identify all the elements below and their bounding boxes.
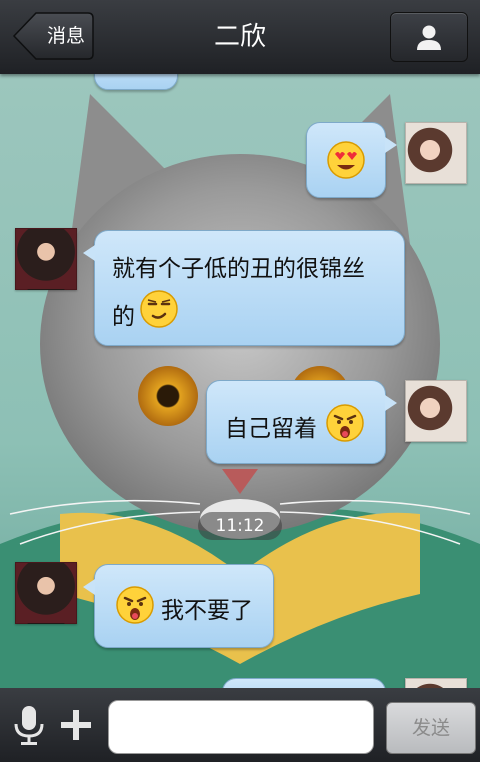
input-bar: 发送 [0,688,480,762]
message-input[interactable] [108,700,374,754]
message-bubble-outgoing[interactable] [306,122,397,198]
microphone-icon[interactable] [12,704,46,746]
message-bubble-incoming[interactable]: 就有个子低的丑的很锦丝 的 [83,230,405,346]
message-text: 就有个子低的丑的很锦丝 [112,256,365,282]
profile-button[interactable] [390,12,468,62]
message-text: 我不要了 [161,598,253,624]
message-text: 自己留着 [225,416,317,442]
contact-avatar[interactable] [15,228,77,290]
message-bubble-partial[interactable] [222,678,386,688]
drooling-emoji [116,586,154,624]
message-bubble-incoming[interactable]: 我不要了 [83,564,274,648]
chat-area[interactable]: 就有个子低的丑的很锦丝 的 自己留着 11:12 我不要了 [0,74,480,688]
heart-eyes-emoji [327,141,365,179]
plus-icon[interactable] [58,704,94,746]
my-avatar[interactable] [405,380,467,442]
back-button[interactable]: 消息 [12,12,94,60]
top-bar: 消息 二欣 [0,0,480,74]
my-avatar[interactable] [405,122,467,184]
page-title: 二欣 [213,22,266,52]
message-text: 的 [112,304,135,330]
message-bubble-partial[interactable] [94,74,178,90]
timestamp-badge: 11:12 [198,512,282,540]
smirk-emoji [140,290,178,328]
contact-avatar[interactable] [15,562,77,624]
message-bubble-outgoing[interactable]: 自己留着 [206,380,397,464]
back-button-label: 消息 [46,25,85,47]
my-avatar[interactable] [405,678,467,688]
send-button[interactable]: 发送 [386,702,476,754]
drooling-emoji [326,404,364,442]
user-icon [417,25,441,50]
